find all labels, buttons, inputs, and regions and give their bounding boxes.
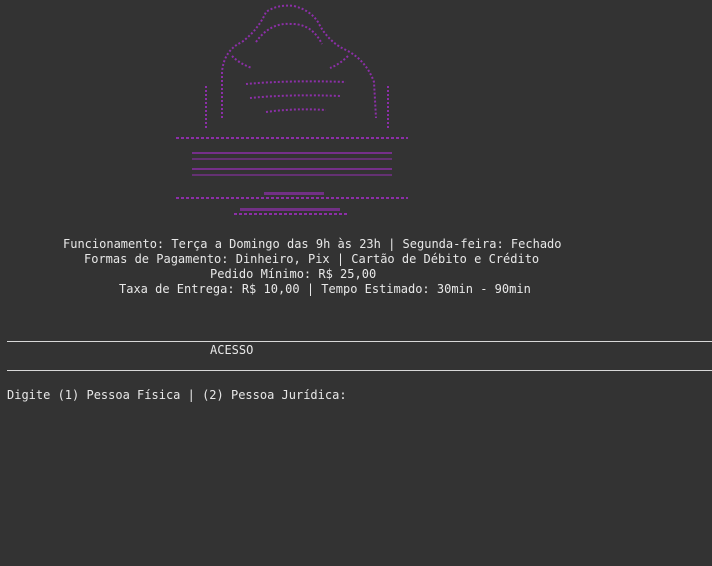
- delivery-fee-text: Taxa de Entrega: R$ 10,00 | Tempo Estima…: [119, 282, 531, 296]
- ascii-art-bag-logo: [170, 2, 414, 224]
- section-top-rule: [7, 341, 712, 342]
- section-title: ACESSO: [210, 343, 254, 357]
- minimum-order-text: Pedido Mínimo: R$ 25,00: [210, 267, 377, 281]
- person-type-prompt: Digite (1) Pessoa Física | (2) Pessoa Ju…: [7, 388, 364, 403]
- person-type-input[interactable]: [354, 388, 364, 402]
- prompt-text: Digite (1) Pessoa Física | (2) Pessoa Ju…: [7, 388, 354, 402]
- terminal-cursor-mark: ˇ: [22, 0, 29, 9]
- business-hours-text: Funcionamento: Terça a Domingo das 9h às…: [63, 237, 562, 251]
- section-bottom-rule: [7, 370, 712, 371]
- terminal-window[interactable]: ˇ Funcionamento: Terça a Domingo das 9h …: [0, 0, 712, 566]
- payment-methods-text: Formas de Pagamento: Dinheiro, Pix | Car…: [84, 252, 540, 266]
